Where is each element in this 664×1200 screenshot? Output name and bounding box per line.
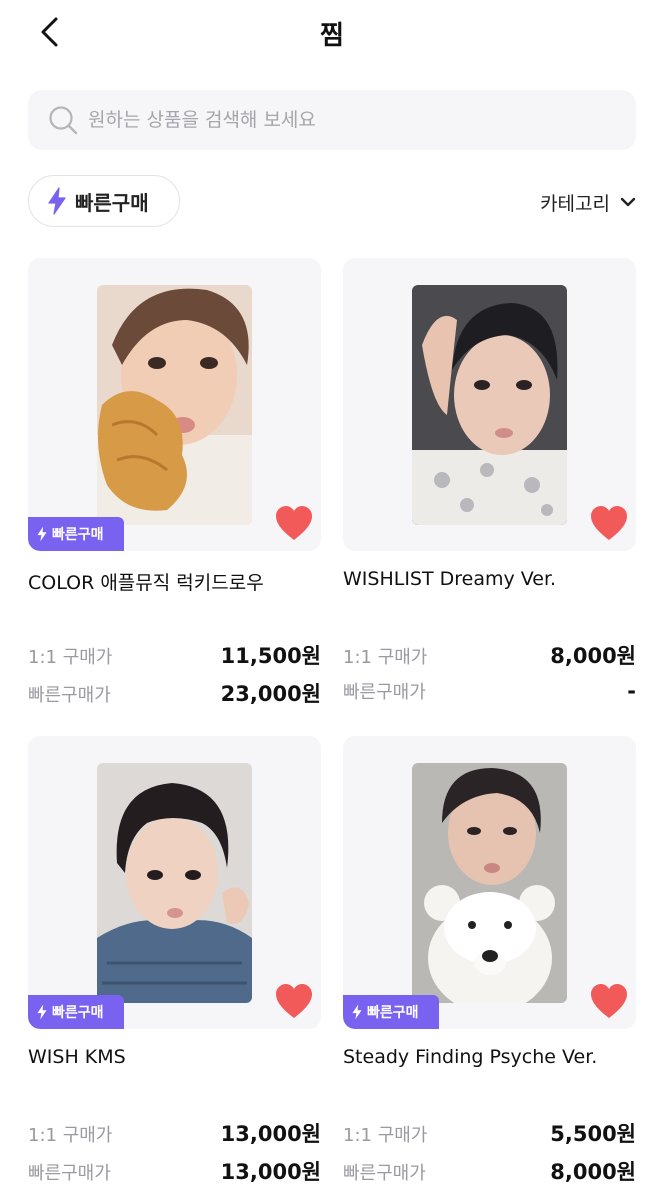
heart-icon[interactable] <box>590 506 628 542</box>
product-card[interactable]: WISHLIST Dreamy Ver. 1:1 구매가 8,000원 빠른구매… <box>343 258 636 718</box>
price-label: 1:1 구매가 <box>343 1125 428 1146</box>
quick-price-label: 빠른구매가 <box>28 1163 111 1184</box>
quick-price-value: 8,000원 <box>550 1160 636 1184</box>
price-label: 1:1 구매가 <box>343 647 428 668</box>
heart-icon[interactable] <box>275 506 313 542</box>
badge-label: 빠른구매 <box>367 1005 419 1021</box>
product-image-area[interactable] <box>343 258 636 551</box>
price-label: 1:1 구매가 <box>28 647 113 668</box>
product-photo <box>412 763 567 1003</box>
heart-icon[interactable] <box>590 984 628 1020</box>
price-value: 11,500원 <box>220 644 321 668</box>
product-title[interactable]: WISHLIST Dreamy Ver. <box>343 568 556 590</box>
quick-price-value: 13,000원 <box>220 1160 321 1184</box>
price-value: 5,500원 <box>550 1122 636 1146</box>
badge-label: 빠른구매 <box>52 1005 104 1021</box>
lightning-icon <box>48 187 66 215</box>
price-row: 1:1 구매가 11,500원 <box>28 640 321 670</box>
quick-purchase-filter-label: 빠른구매 <box>75 190 149 215</box>
quick-price-label: 빠른구매가 <box>343 682 426 703</box>
lightning-icon <box>37 1004 47 1020</box>
product-image-area[interactable]: 빠른구매 <box>28 258 321 551</box>
price-row: 1:1 구매가 13,000원 <box>28 1118 321 1148</box>
category-dropdown-label: 카테고리 <box>540 192 610 215</box>
quick-price-row: 빠른구매가 13,000원 <box>28 1156 321 1186</box>
search-icon <box>49 106 78 135</box>
product-title[interactable]: Steady Finding Psyche Ver. <box>343 1046 597 1068</box>
quick-price-label: 빠른구매가 <box>28 685 111 706</box>
quick-purchase-badge: 빠른구매 <box>28 517 124 551</box>
quick-purchase-badge: 빠른구매 <box>28 995 124 1029</box>
price-value: 13,000원 <box>220 1122 321 1146</box>
product-image-area[interactable]: 빠른구매 <box>343 736 636 1029</box>
price-label: 1:1 구매가 <box>28 1125 113 1146</box>
product-title[interactable]: WISH KMS <box>28 1046 126 1068</box>
page-title: 찜 <box>320 21 344 51</box>
lightning-icon <box>352 1004 362 1020</box>
product-title[interactable]: COLOR 애플뮤직 럭키드로우 <box>28 568 264 595</box>
chevron-down-icon <box>620 197 636 207</box>
header: 찜 <box>0 0 664 66</box>
price-row: 1:1 구매가 8,000원 <box>343 640 636 670</box>
quick-purchase-filter-button[interactable]: 빠른구매 <box>28 175 180 227</box>
quick-price-value: 23,000원 <box>220 682 321 706</box>
quick-price-row: 빠른구매가 8,000원 <box>343 1156 636 1186</box>
quick-price-value: - <box>627 679 636 703</box>
badge-label: 빠른구매 <box>52 527 104 543</box>
product-image-area[interactable]: 빠른구매 <box>28 736 321 1029</box>
price-value: 8,000원 <box>550 644 636 668</box>
product-photo <box>412 285 567 525</box>
quick-price-row: 빠른구매가 23,000원 <box>28 678 321 708</box>
quick-price-label: 빠른구매가 <box>343 1163 426 1184</box>
category-dropdown[interactable]: 카테고리 <box>540 182 636 222</box>
search-input[interactable] <box>88 109 608 131</box>
product-card[interactable]: 빠른구매 COLOR 애플뮤직 럭키드로우 1:1 구매가 11,500원 빠른… <box>28 258 321 718</box>
search-bar[interactable] <box>28 90 636 150</box>
lightning-icon <box>37 526 47 542</box>
price-row: 1:1 구매가 5,500원 <box>343 1118 636 1148</box>
product-card[interactable]: 빠른구매 Steady Finding Psyche Ver. 1:1 구매가 … <box>343 736 636 1196</box>
product-photo <box>97 285 252 525</box>
quick-purchase-badge: 빠른구매 <box>343 995 439 1029</box>
heart-icon[interactable] <box>275 984 313 1020</box>
quick-price-row: 빠른구매가 - <box>343 678 636 704</box>
product-photo <box>97 763 252 1003</box>
product-card[interactable]: 빠른구매 WISH KMS 1:1 구매가 13,000원 빠른구매가 13,0… <box>28 736 321 1196</box>
